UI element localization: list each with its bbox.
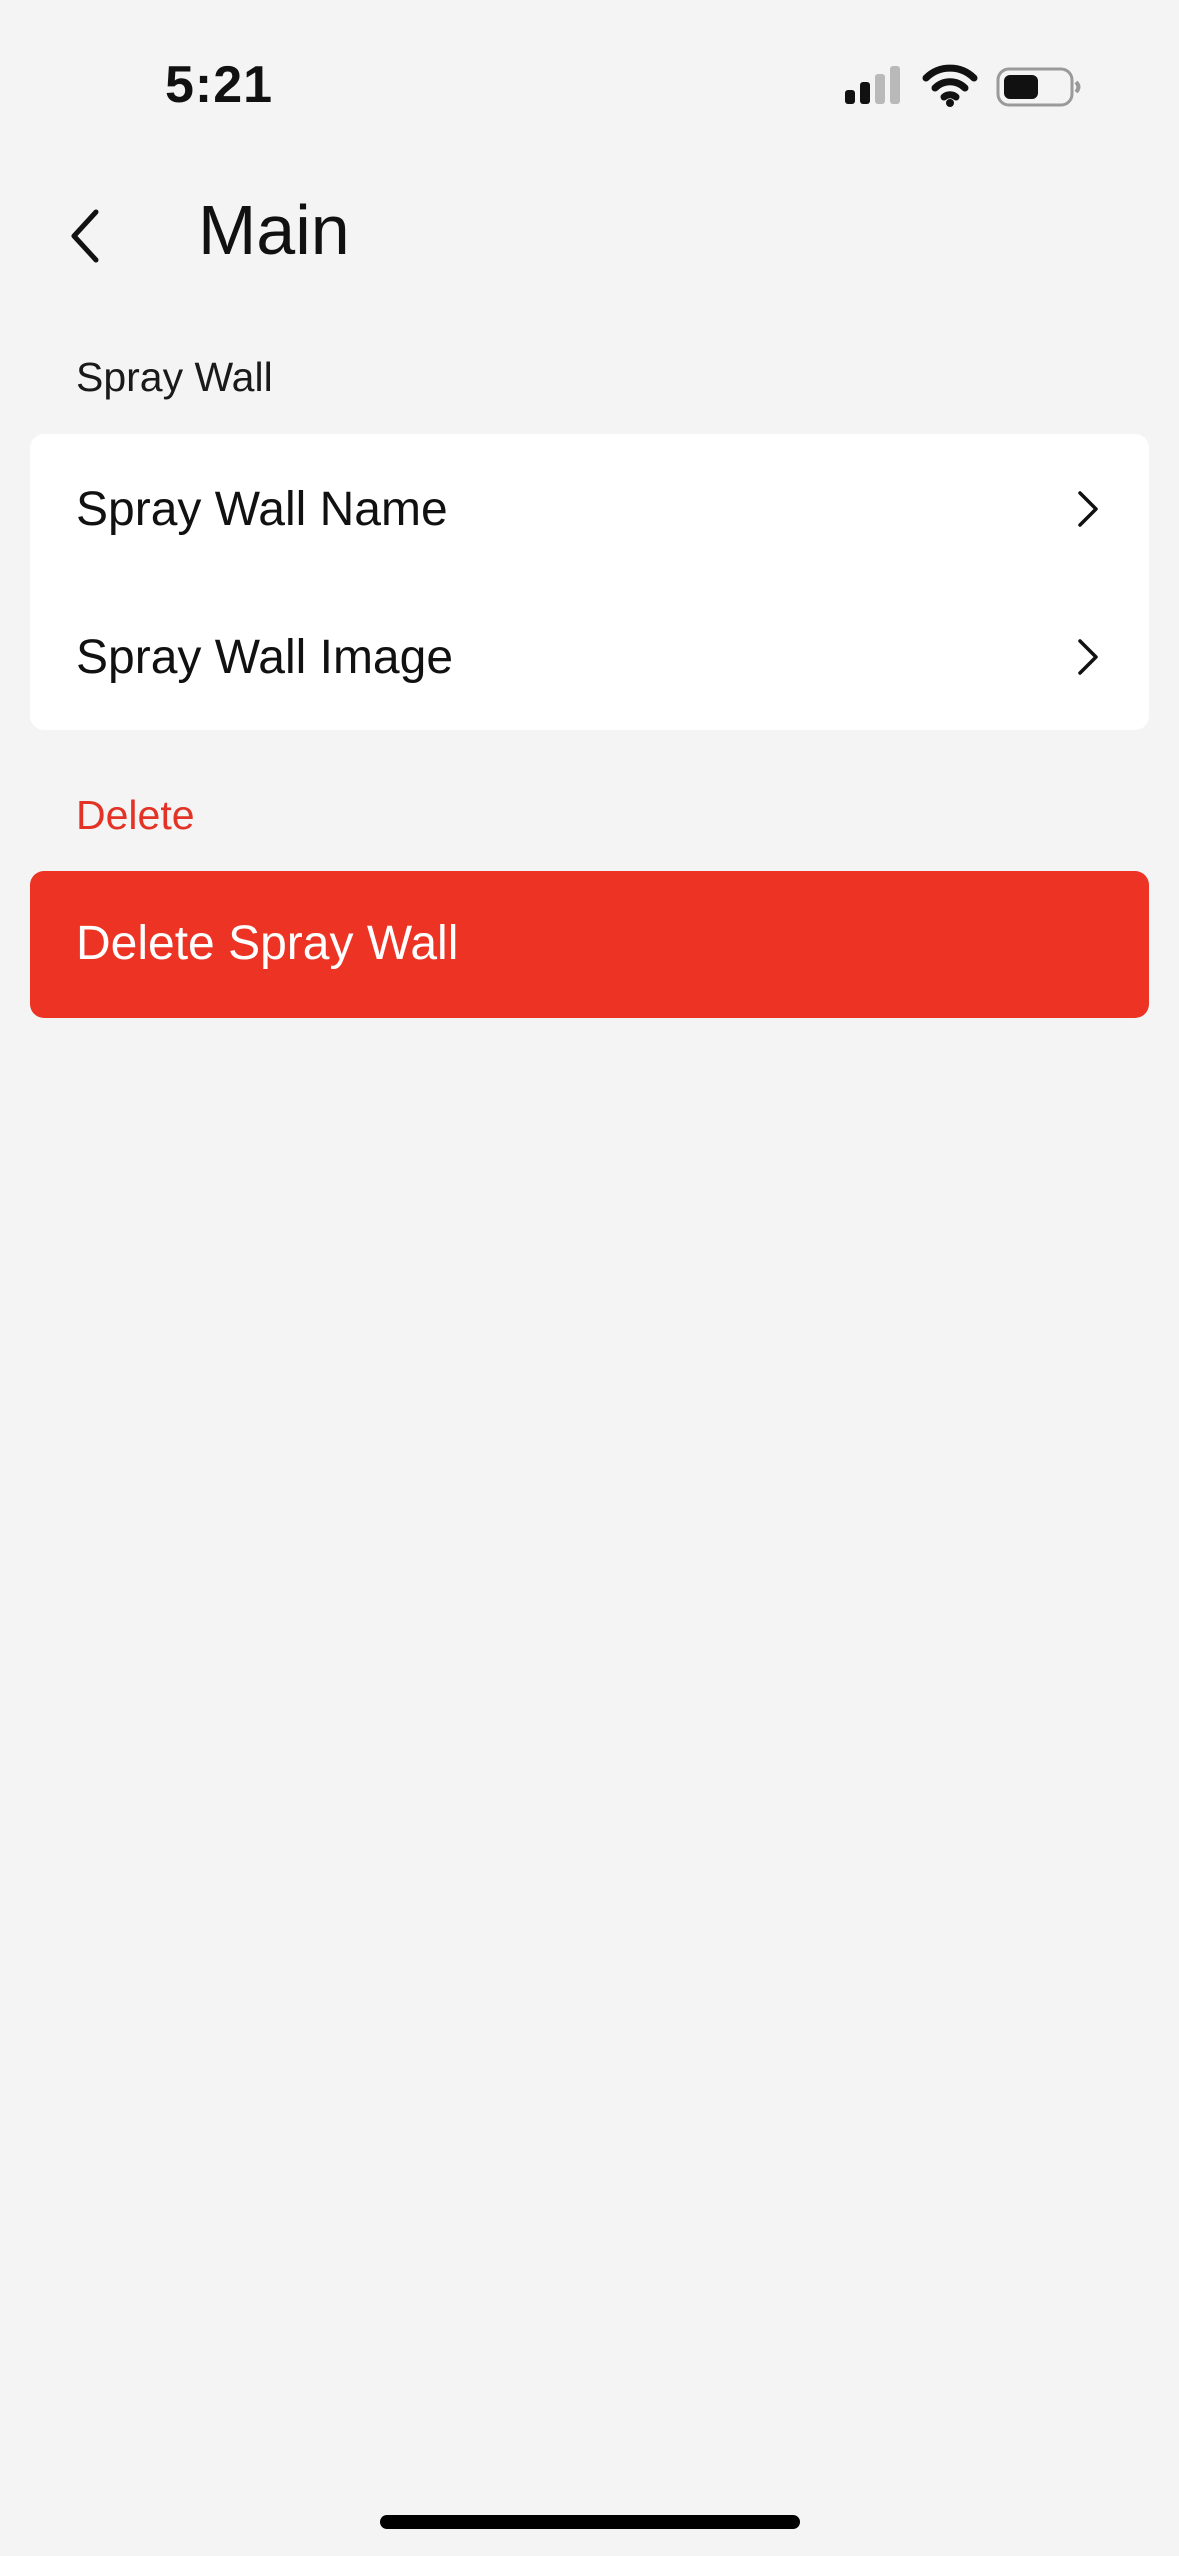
- signal-icon: [845, 66, 900, 104]
- row-label: Spray Wall Name: [76, 483, 448, 536]
- navigation-bar: Main: [0, 160, 1179, 300]
- spray-wall-settings-group: Spray Wall Name Spray Wall Image: [30, 434, 1149, 730]
- home-indicator[interactable]: [380, 2515, 800, 2529]
- spray-wall-image-row[interactable]: Spray Wall Image: [30, 582, 1149, 730]
- section-header-spray-wall: Spray Wall: [76, 354, 273, 400]
- page-title: Main: [198, 191, 350, 269]
- spray-wall-name-row[interactable]: Spray Wall Name: [30, 434, 1149, 582]
- back-button[interactable]: [40, 188, 130, 278]
- status-bar: 5:21: [0, 0, 1179, 150]
- row-label: Spray Wall Image: [76, 631, 454, 684]
- section-header-delete: Delete: [76, 792, 195, 838]
- wifi-icon: [922, 64, 978, 107]
- delete-spray-wall-button[interactable]: Delete Spray Wall: [30, 871, 1149, 1018]
- chevron-left-icon: [71, 209, 99, 263]
- chevron-right-icon: [1078, 491, 1098, 527]
- battery-icon: [996, 67, 1081, 107]
- delete-button-label: Delete Spray Wall: [76, 917, 459, 970]
- chevron-right-icon: [1078, 639, 1098, 675]
- status-time: 5:21: [165, 56, 274, 114]
